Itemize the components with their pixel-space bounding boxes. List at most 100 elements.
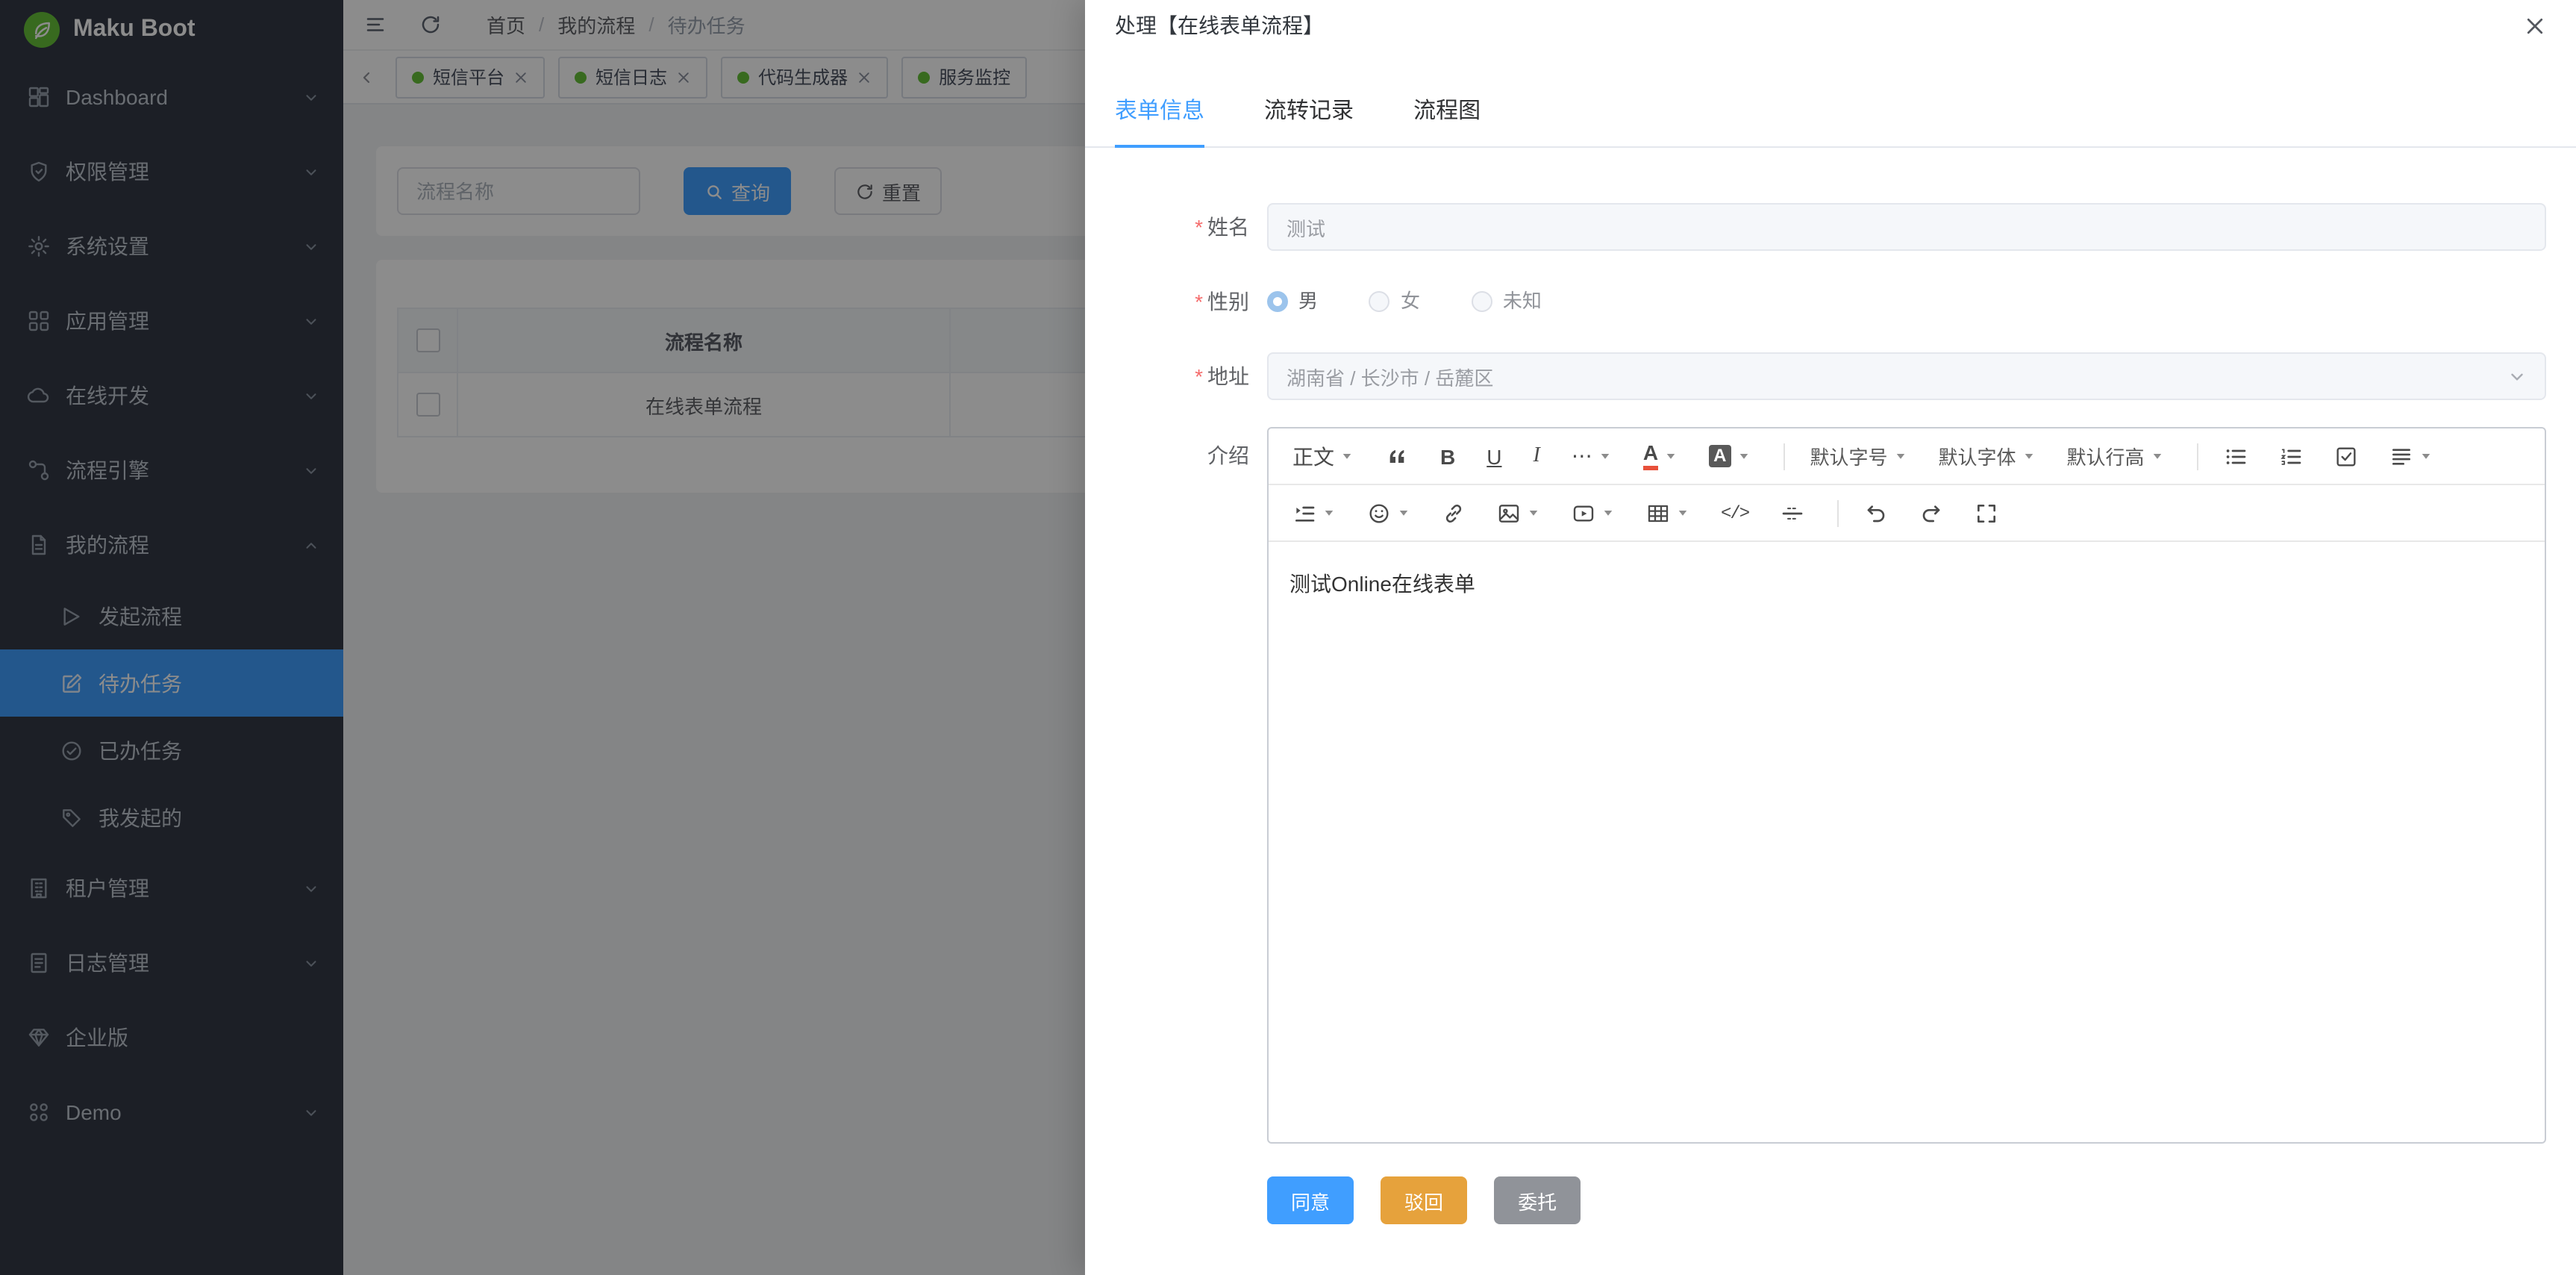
bold-glyph: B bbox=[1440, 444, 1455, 468]
code-block-button[interactable]: </> bbox=[1709, 492, 1760, 534]
radio-icon bbox=[1472, 291, 1492, 312]
fullscreen-icon bbox=[1974, 501, 1998, 525]
radio-checked-icon bbox=[1267, 291, 1288, 312]
address-value: 湖南省 / 长沙市 / 岳麓区 bbox=[1287, 362, 1493, 390]
radio-male: 男 bbox=[1267, 278, 1318, 325]
caret-down-icon bbox=[2022, 449, 2036, 463]
caret-down-icon bbox=[1676, 506, 1689, 520]
form-row-name: *姓名 bbox=[1085, 203, 2576, 251]
drawer-header: 处理【在线表单流程】 bbox=[1085, 0, 2576, 51]
more-glyph: ⋯ bbox=[1572, 443, 1592, 469]
name-label-text: 姓名 bbox=[1207, 215, 1249, 239]
indent-dropdown[interactable] bbox=[1281, 492, 1348, 534]
bullet-list-button[interactable] bbox=[2212, 435, 2260, 477]
italic-button[interactable]: I bbox=[1522, 435, 1552, 477]
drawer-tabs: 表单信息 流转记录 流程图 bbox=[1085, 96, 2576, 148]
address-label: *地址 bbox=[1085, 352, 1267, 400]
editor-toolbar-row-2: </> bbox=[1269, 485, 2545, 542]
fullscreen-button[interactable] bbox=[1962, 492, 2010, 534]
blockquote-button[interactable] bbox=[1373, 435, 1421, 477]
radio-label: 男 bbox=[1298, 278, 1318, 325]
bullet-list-icon bbox=[2224, 444, 2248, 468]
align-icon bbox=[2389, 444, 2413, 468]
font-color-dropdown[interactable]: A bbox=[1631, 435, 1689, 477]
form-row-address: *地址 湖南省 / 长沙市 / 岳麓区 bbox=[1085, 352, 2576, 400]
insert-table-dropdown[interactable] bbox=[1634, 492, 1701, 534]
radio-icon bbox=[1369, 291, 1390, 312]
form-row-gender: *性别 男 女 未知 bbox=[1085, 278, 2576, 325]
editor-content[interactable]: 测试Online在线表单 bbox=[1269, 542, 2545, 1142]
name-field bbox=[1267, 203, 2546, 251]
address-select: 湖南省 / 长沙市 / 岳麓区 bbox=[1267, 352, 2546, 400]
radio-label: 未知 bbox=[1503, 278, 1542, 325]
required-marker: * bbox=[1195, 290, 1203, 314]
align-dropdown[interactable] bbox=[2378, 435, 2445, 477]
close-icon[interactable] bbox=[2524, 14, 2546, 37]
insert-image-dropdown[interactable] bbox=[1485, 492, 1552, 534]
required-marker: * bbox=[1195, 364, 1203, 388]
address-label-text: 地址 bbox=[1207, 364, 1249, 388]
line-height-dropdown[interactable]: 默认行高 bbox=[2055, 435, 2176, 477]
form-row-intro: 介绍 正文 B U I ⋯ A A bbox=[1085, 427, 2576, 1144]
drawer-title: 处理【在线表单流程】 bbox=[1115, 10, 1324, 40]
more-styles-dropdown[interactable]: ⋯ bbox=[1560, 435, 1624, 477]
underline-button[interactable]: U bbox=[1475, 435, 1513, 477]
font-family-dropdown[interactable]: 默认字体 bbox=[1926, 435, 2047, 477]
insert-video-dropdown[interactable] bbox=[1560, 492, 1627, 534]
quote-icon bbox=[1385, 444, 1409, 468]
delegate-button[interactable]: 委托 bbox=[1494, 1176, 1581, 1224]
link-icon bbox=[1442, 501, 1466, 525]
redo-icon bbox=[1919, 501, 1942, 525]
caret-down-icon bbox=[1598, 449, 1612, 463]
reject-button[interactable]: 驳回 bbox=[1381, 1176, 1467, 1224]
image-icon bbox=[1497, 501, 1521, 525]
radio-female: 女 bbox=[1369, 278, 1420, 325]
radio-label: 女 bbox=[1401, 278, 1420, 325]
bg-color-dropdown[interactable]: A bbox=[1697, 435, 1762, 477]
caret-down-icon bbox=[1601, 506, 1615, 520]
caret-down-icon bbox=[1527, 506, 1540, 520]
todo-list-icon bbox=[2334, 444, 2358, 468]
bg-color-icon: A bbox=[1709, 445, 1731, 467]
editor-toolbar-row-1: 正文 B U I ⋯ A A 默认字号 默认字体 默认行高 bbox=[1269, 428, 2545, 485]
font-color-icon: A bbox=[1643, 442, 1658, 470]
redo-button[interactable] bbox=[1907, 492, 1954, 534]
font-family-label: 默认字体 bbox=[1938, 442, 2016, 470]
caret-down-icon bbox=[1664, 449, 1678, 463]
todo-list-button[interactable] bbox=[2322, 435, 2370, 477]
tab-flow-diagram[interactable]: 流程图 bbox=[1413, 96, 1481, 146]
caret-down-icon bbox=[2419, 449, 2433, 463]
insert-link-button[interactable] bbox=[1430, 492, 1478, 534]
italic-glyph: I bbox=[1534, 444, 1540, 468]
table-icon bbox=[1646, 501, 1670, 525]
insert-divider-button[interactable] bbox=[1768, 492, 1816, 534]
indent-icon bbox=[1292, 501, 1316, 525]
caret-down-icon bbox=[1893, 449, 1907, 463]
modal-overlay[interactable] bbox=[0, 0, 1085, 1275]
intro-label-text: 介绍 bbox=[1207, 443, 1249, 467]
emoji-dropdown[interactable] bbox=[1355, 492, 1422, 534]
line-height-label: 默认行高 bbox=[2067, 442, 2145, 470]
font-size-label: 默认字号 bbox=[1810, 442, 1887, 470]
caret-down-icon bbox=[1322, 506, 1336, 520]
font-size-dropdown[interactable]: 默认字号 bbox=[1798, 435, 1919, 477]
underline-glyph: U bbox=[1486, 444, 1501, 468]
tab-form-info[interactable]: 表单信息 bbox=[1115, 96, 1204, 146]
caret-down-icon bbox=[2151, 449, 2164, 463]
undo-button[interactable] bbox=[1851, 492, 1899, 534]
approve-button[interactable]: 同意 bbox=[1267, 1176, 1354, 1224]
horizontal-rule-icon bbox=[1780, 501, 1804, 525]
intro-label: 介绍 bbox=[1085, 427, 1267, 1144]
bold-button[interactable]: B bbox=[1428, 435, 1467, 477]
paragraph-style-dropdown[interactable]: 正文 bbox=[1281, 435, 1366, 477]
rich-text-editor: 正文 B U I ⋯ A A 默认字号 默认字体 默认行高 bbox=[1267, 427, 2546, 1144]
ordered-list-button[interactable] bbox=[2267, 435, 2315, 477]
gender-label-text: 性别 bbox=[1207, 290, 1249, 314]
drawer-actions: 同意 驳回 委托 bbox=[1267, 1176, 2576, 1224]
code-glyph: </> bbox=[1721, 502, 1748, 523]
toolbar-divider bbox=[1836, 499, 1838, 526]
undo-icon bbox=[1863, 501, 1887, 525]
process-drawer: 处理【在线表单流程】 表单信息 流转记录 流程图 *姓名 *性别 bbox=[1085, 0, 2576, 1275]
video-icon bbox=[1572, 501, 1595, 525]
tab-flow-records[interactable]: 流转记录 bbox=[1264, 96, 1354, 146]
